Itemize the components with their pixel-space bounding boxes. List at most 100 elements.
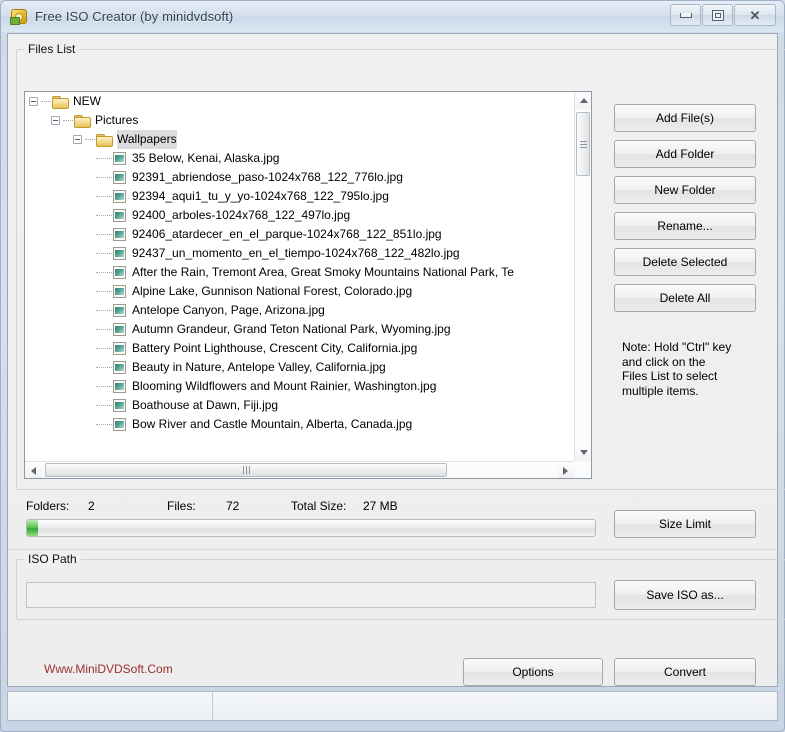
tree-item-label: 92394_aqui1_tu_y_yo-1024x768_122_795lo.j… xyxy=(132,189,389,203)
expander-icon[interactable] xyxy=(73,135,82,145)
vertical-scrollbar-thumb[interactable] xyxy=(576,112,590,176)
image-file-icon xyxy=(113,418,126,432)
folders-value: 2 xyxy=(88,499,95,513)
vertical-scrollbar[interactable] xyxy=(574,92,591,461)
expander-icon[interactable] xyxy=(29,97,38,107)
window-controls: ✕ xyxy=(670,4,776,26)
image-file-icon xyxy=(113,152,126,166)
tree-item-label: NEW xyxy=(73,94,101,108)
tree-file-row[interactable]: Bow River and Castle Mountain, Alberta, … xyxy=(25,415,574,434)
tree-file-row[interactable]: Antelope Canyon, Page, Arizona.jpg xyxy=(25,301,574,320)
chevron-down-icon xyxy=(579,450,588,455)
total-size-value: 27 MB xyxy=(363,499,398,513)
tree-file-row[interactable]: Battery Point Lighthouse, Crescent City,… xyxy=(25,339,574,358)
tree-item-label: Beauty in Nature, Antelope Valley, Calif… xyxy=(132,360,386,374)
tree-file-row[interactable]: 92394_aqui1_tu_y_yo-1024x768_122_795lo.j… xyxy=(25,187,574,206)
horizontal-scrollbar[interactable] xyxy=(25,461,574,478)
tree-folder-row[interactable]: Wallpapers xyxy=(25,130,574,149)
convert-button[interactable]: Convert xyxy=(614,658,756,686)
tree-file-row[interactable]: Alpine Lake, Gunnison National Forest, C… xyxy=(25,282,574,301)
tree-folder-row[interactable]: NEW xyxy=(25,92,574,111)
tree-file-row[interactable]: After the Rain, Tremont Area, Great Smok… xyxy=(25,263,574,282)
tree-connector xyxy=(85,138,95,141)
status-bar xyxy=(7,691,778,721)
side-button-delete-all[interactable]: Delete All xyxy=(614,284,756,312)
scrollbar-corner xyxy=(574,461,591,478)
chevron-up-icon xyxy=(579,98,588,103)
close-button[interactable]: ✕ xyxy=(734,4,776,26)
image-file-icon xyxy=(113,323,126,337)
tree-item-label: Boathouse at Dawn, Fiji.jpg xyxy=(132,398,279,412)
image-file-icon xyxy=(113,171,126,185)
side-button-rename[interactable]: Rename... xyxy=(614,212,756,240)
side-button-add-file-s[interactable]: Add File(s) xyxy=(614,104,756,132)
side-button-new-folder[interactable]: New Folder xyxy=(614,176,756,204)
options-button[interactable]: Options xyxy=(463,658,603,686)
size-limit-button[interactable]: Size Limit xyxy=(614,510,756,538)
files-list-group-label: Files List xyxy=(24,42,80,56)
tree-connector xyxy=(96,366,112,369)
tree-file-row[interactable]: 92437_un_momento_en_el_tiempo-1024x768_1… xyxy=(25,244,574,263)
tree-item-label: Autumn Grandeur, Grand Teton National Pa… xyxy=(132,322,451,336)
image-file-icon xyxy=(113,380,126,394)
tree-connector xyxy=(96,404,112,407)
tree-item-label: 92400_arboles-1024x768_122_497lo.jpg xyxy=(132,208,351,222)
tree-connector xyxy=(96,195,112,198)
horizontal-scrollbar-thumb[interactable] xyxy=(45,463,447,477)
tree-file-row[interactable]: Autumn Grandeur, Grand Teton National Pa… xyxy=(25,320,574,339)
tree-connector xyxy=(96,309,112,312)
image-file-icon xyxy=(113,190,126,204)
disc-icon xyxy=(10,8,27,25)
tree-connector xyxy=(96,252,112,255)
files-tree-rows: NEW Pictures Wallpapers 35 Below, Kenai, Al… xyxy=(25,92,574,461)
scroll-down-button[interactable] xyxy=(575,444,591,461)
size-progress-fill xyxy=(27,520,39,536)
files-tree[interactable]: NEW Pictures Wallpapers 35 Below, Kenai, Al… xyxy=(24,91,592,479)
tree-file-row[interactable]: 92391_abriendose_paso-1024x768_122_776lo… xyxy=(25,168,574,187)
tree-file-row[interactable]: 92406_atardecer_en_el_parque-1024x768_12… xyxy=(25,225,574,244)
scroll-right-button[interactable] xyxy=(557,462,574,478)
expander-icon[interactable] xyxy=(51,116,60,126)
grip-icon xyxy=(579,140,587,148)
client-area: Files List NEW Pictures Wallpapers 35 Below… xyxy=(7,33,785,699)
tree-file-row[interactable]: Boathouse at Dawn, Fiji.jpg xyxy=(25,396,574,415)
tree-connector xyxy=(96,176,112,179)
application-window: Free ISO Creator (by minidvdsoft) ✕ File… xyxy=(0,0,785,732)
folders-label: Folders: xyxy=(26,499,70,513)
iso-path-group-label: ISO Path xyxy=(24,552,81,566)
minimize-icon xyxy=(679,12,692,18)
size-progress-bar xyxy=(26,519,596,537)
tree-connector xyxy=(96,423,112,426)
side-button-delete-selected[interactable]: Delete Selected xyxy=(614,248,756,276)
minimize-button[interactable] xyxy=(670,4,701,26)
window-title: Free ISO Creator (by minidvdsoft) xyxy=(35,9,234,24)
tree-connector xyxy=(63,119,73,122)
maximize-button[interactable] xyxy=(702,4,733,26)
folder-icon xyxy=(96,133,113,148)
tree-connector xyxy=(96,157,112,160)
total-size-label: Total Size: xyxy=(291,499,347,513)
iso-path-input[interactable] xyxy=(26,582,596,608)
image-file-icon xyxy=(113,399,126,413)
tree-item-label: Wallpapers xyxy=(117,130,177,149)
tree-folder-row[interactable]: Pictures xyxy=(25,111,574,130)
website-link[interactable]: Www.MiniDVDSoft.Com xyxy=(44,662,173,676)
tree-file-row[interactable]: Beauty in Nature, Antelope Valley, Calif… xyxy=(25,358,574,377)
tree-connector xyxy=(96,328,112,331)
title-bar[interactable]: Free ISO Creator (by minidvdsoft) ✕ xyxy=(1,1,784,32)
tree-file-row[interactable]: Blooming Wildflowers and Mount Rainier, … xyxy=(25,377,574,396)
image-file-icon xyxy=(113,209,126,223)
tree-item-label: 92406_atardecer_en_el_parque-1024x768_12… xyxy=(132,227,442,241)
tree-item-label: Pictures xyxy=(95,113,139,127)
tree-connector xyxy=(96,214,112,217)
tree-file-row[interactable]: 92400_arboles-1024x768_122_497lo.jpg xyxy=(25,206,574,225)
tree-connector xyxy=(96,347,112,350)
scroll-up-button[interactable] xyxy=(575,92,591,109)
scroll-left-button[interactable] xyxy=(25,462,42,478)
side-button-add-folder[interactable]: Add Folder xyxy=(614,140,756,168)
save-iso-as-button[interactable]: Save ISO as... xyxy=(614,580,756,610)
grip-icon xyxy=(242,466,250,474)
tree-item-label: 92437_un_momento_en_el_tiempo-1024x768_1… xyxy=(132,246,460,260)
tree-connector xyxy=(96,233,112,236)
tree-file-row[interactable]: 35 Below, Kenai, Alaska.jpg xyxy=(25,149,574,168)
